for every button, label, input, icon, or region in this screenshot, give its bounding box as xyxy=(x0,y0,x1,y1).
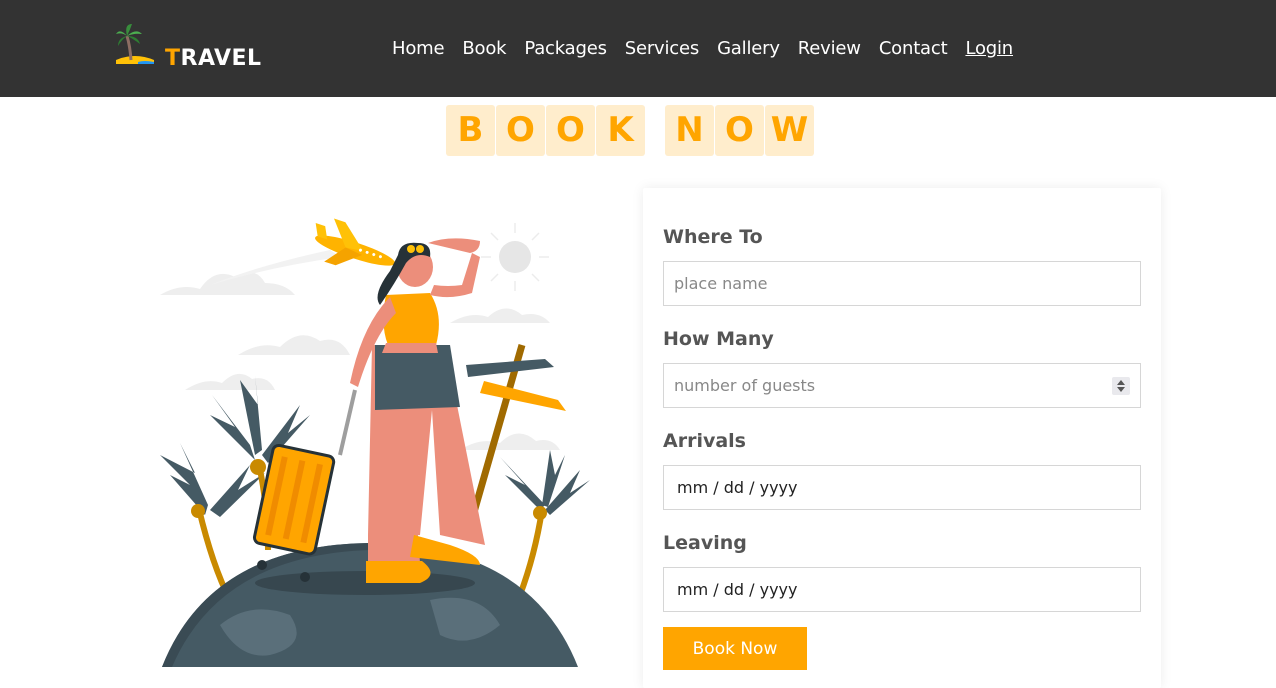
site-header: TRAVEL Home Book Packages Services Galle… xyxy=(0,0,1276,97)
where-to-input[interactable] xyxy=(663,261,1141,306)
brand-name: TRAVEL xyxy=(165,46,262,71)
arrivals-date-input[interactable] xyxy=(663,465,1141,510)
traveler-illustration xyxy=(160,218,590,667)
heading-letter: O xyxy=(546,105,595,156)
nav-contact[interactable]: Contact xyxy=(879,36,948,62)
heading-letter: O xyxy=(496,105,545,156)
nav-book[interactable]: Book xyxy=(462,36,506,62)
heading-letter: W xyxy=(765,105,814,156)
section-heading: B O O K N O W xyxy=(0,105,1276,156)
heading-letter: N xyxy=(665,105,714,156)
palm-island-icon xyxy=(116,24,154,64)
brand-logo[interactable]: TRAVEL xyxy=(114,22,274,72)
heading-letter: K xyxy=(596,105,645,156)
nav-gallery[interactable]: Gallery xyxy=(717,36,780,62)
arrivals-label: Arrivals xyxy=(663,430,746,452)
leaving-label: Leaving xyxy=(663,532,747,554)
nav-packages[interactable]: Packages xyxy=(524,36,607,62)
main-nav: Home Book Packages Services Gallery Revi… xyxy=(392,36,1013,62)
guests-input[interactable] xyxy=(663,363,1141,408)
where-to-label: Where To xyxy=(663,226,763,248)
book-now-button[interactable]: Book Now xyxy=(663,627,807,670)
nav-review[interactable]: Review xyxy=(798,36,861,62)
how-many-label: How Many xyxy=(663,328,774,350)
booking-form: Where To How Many Arrivals mm / dd / yyy… xyxy=(643,188,1161,688)
heading-letter: O xyxy=(715,105,764,156)
number-spinner-icon[interactable] xyxy=(1112,377,1130,395)
heading-letter: B xyxy=(446,105,495,156)
leaving-date-input[interactable] xyxy=(663,567,1141,612)
nav-login[interactable]: Login xyxy=(965,36,1013,62)
nav-home[interactable]: Home xyxy=(392,36,445,62)
nav-services[interactable]: Services xyxy=(625,36,700,62)
